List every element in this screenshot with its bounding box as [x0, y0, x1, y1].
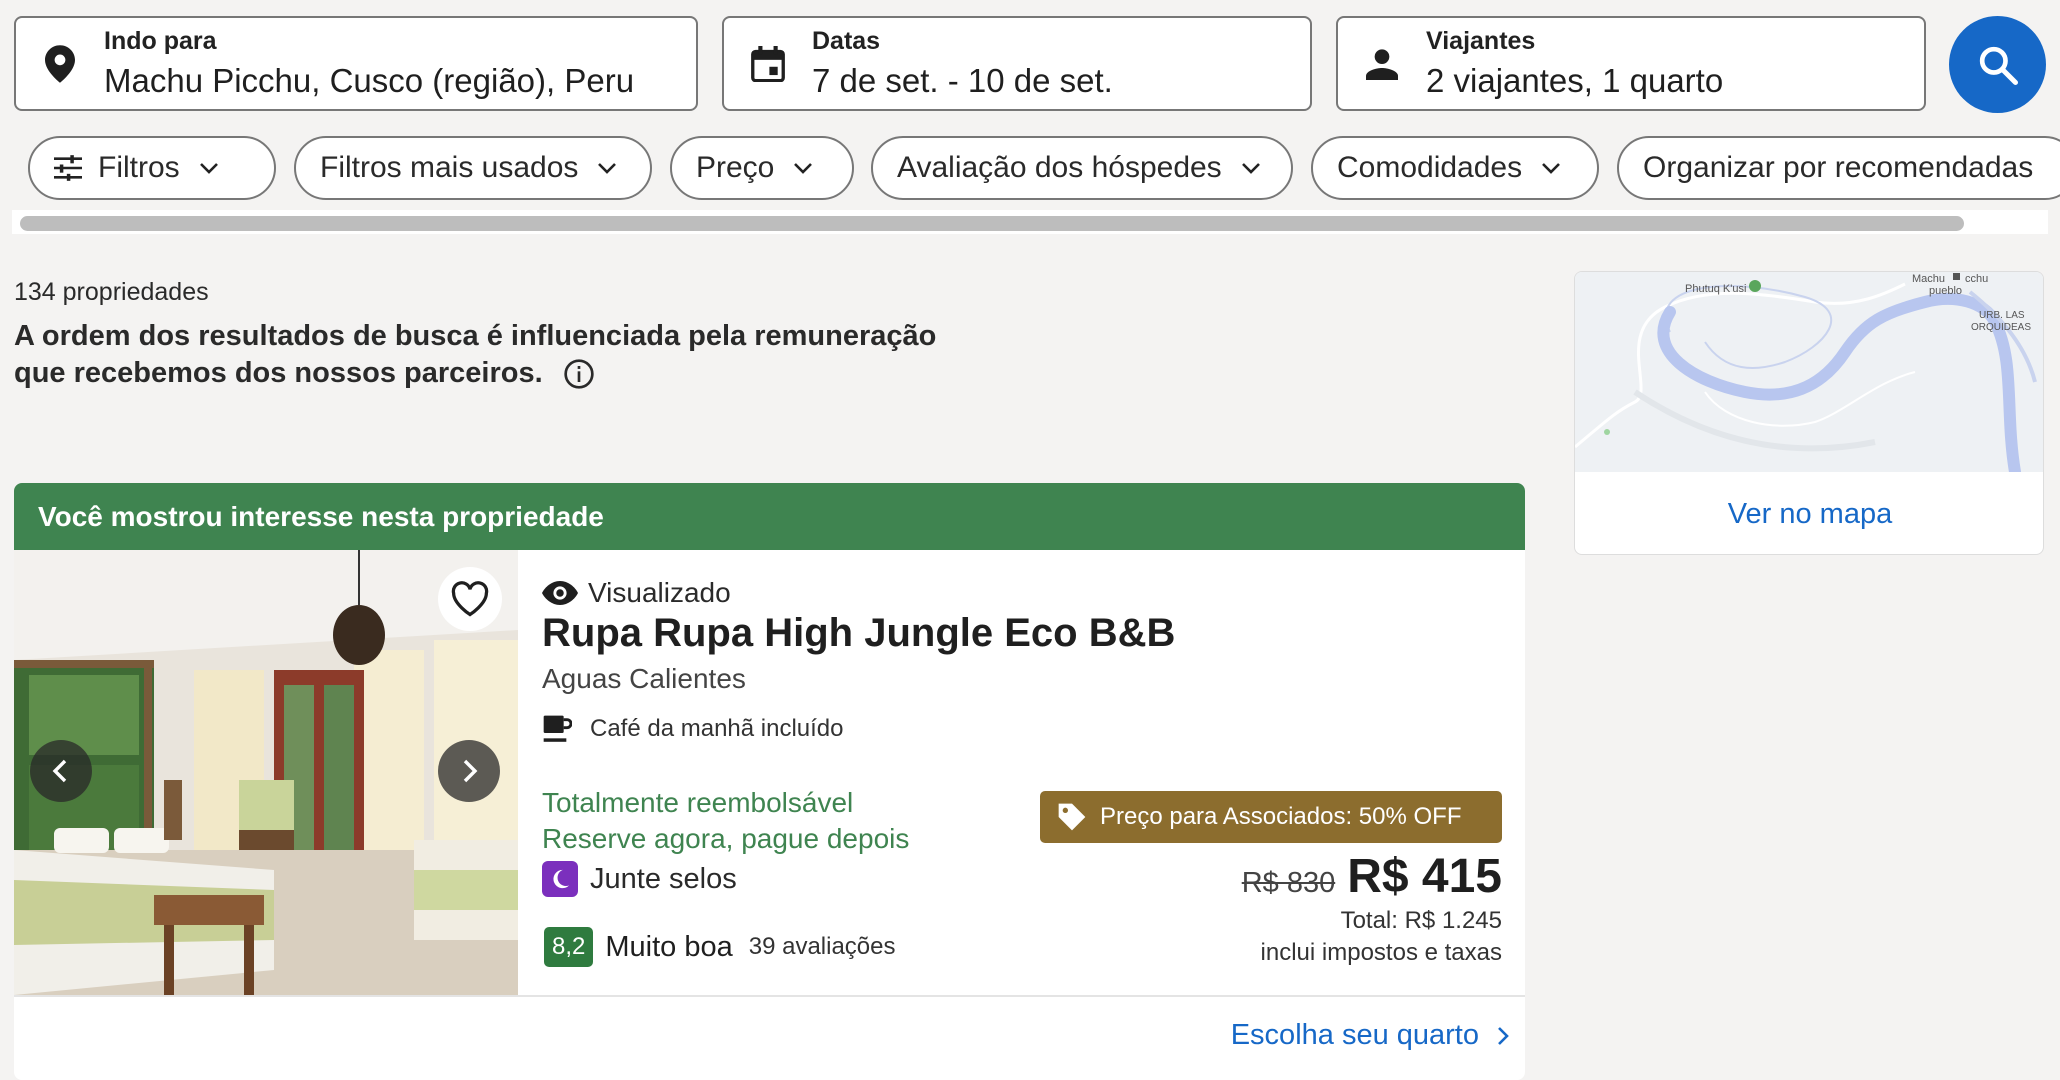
filter-chip-label: Comodidades [1337, 151, 1523, 184]
rating-score-badge: 8,2 [544, 927, 594, 967]
map-preview-card[interactable]: Phutuq K'usi Machu cchu pueblo URB. LAS … [1574, 271, 2044, 555]
chevron-left-icon [52, 759, 67, 783]
destination-value: Machu Picchu, Cusco (região), Peru [104, 62, 635, 99]
next-photo-button[interactable] [438, 740, 500, 802]
property-card[interactable]: Você mostrou interesse nesta propriedade [14, 483, 1525, 1080]
favorite-button[interactable] [438, 567, 502, 631]
filter-chip-amenities[interactable]: Comodidades [1311, 136, 1599, 200]
sort-chip[interactable]: Organizar por recomendadas [1617, 136, 2060, 200]
map-label-machu: Machu [1912, 273, 1945, 285]
ranking-disclaimer: A ordem dos resultados de busca é influe… [14, 318, 954, 392]
choose-room-label: Escolha seu quarto [1230, 1019, 1479, 1051]
calendar-icon [724, 45, 812, 82]
heart-icon [451, 581, 489, 617]
refund-line-1: Totalmente reembolsável [542, 787, 854, 818]
interest-banner: Você mostrou interesse nesta propriedade [14, 483, 1525, 550]
person-icon [1338, 48, 1426, 80]
guest-rating: 8,2 Muito boa 39 avaliações [544, 927, 896, 967]
location-pin-icon [16, 44, 104, 83]
map-label-pueblo: pueblo [1929, 285, 1962, 297]
property-location: Aguas Calientes [542, 663, 746, 694]
search-icon [1979, 46, 2018, 85]
current-price: R$ 415 [1347, 850, 1502, 903]
refund-policy: Totalmente reembolsável Reserve agora, p… [542, 785, 909, 857]
view-on-map-link[interactable]: Ver no mapa [1575, 472, 2043, 554]
disclaimer-text: A ordem dos resultados de busca é influe… [14, 320, 937, 389]
review-count: 39 avaliações [748, 933, 896, 960]
chevron-right-icon [463, 759, 478, 783]
map-label-phutuq: Phutuq K'usi [1685, 283, 1746, 295]
breakfast-amenity: Café da manhã incluído [542, 713, 844, 745]
viewed-label: Visualizado [588, 577, 731, 608]
amenity-label: Café da manhã incluído [590, 715, 844, 742]
filter-chip-label: Filtros mais usados [320, 151, 579, 184]
filter-chip-popular[interactable]: Filtros mais usados [294, 136, 652, 200]
viewed-indicator: Visualizado [542, 577, 731, 609]
chevron-down-icon [198, 161, 220, 175]
info-icon[interactable] [563, 358, 595, 390]
filter-chip-guest-rating[interactable]: Avaliação dos hóspedes [871, 136, 1293, 200]
dates-value: 7 de set. - 10 de set. [812, 62, 1113, 99]
filter-chip-filters[interactable]: Filtros [28, 136, 276, 200]
total-price: Total: R$ 1.245 [1340, 907, 1502, 934]
member-price-badge: Preço para Associados: 50% OFF [1040, 791, 1502, 843]
dates-field[interactable]: Datas 7 de set. - 10 de set. [722, 16, 1312, 111]
filter-chip-label: Avaliação dos hóspedes [897, 151, 1222, 184]
divider [14, 995, 1525, 997]
results-count: 134 propriedades [14, 278, 209, 306]
eye-icon [542, 581, 578, 605]
destination-field[interactable]: Indo para Machu Picchu, Cusco (região), … [14, 16, 698, 111]
travelers-label: Viajantes [1426, 27, 1536, 55]
map-label-cchu: cchu [1965, 273, 1988, 285]
choose-room-link[interactable]: Escolha seu quarto [1231, 1019, 1509, 1052]
original-price: R$ 830 [1241, 867, 1336, 899]
prev-photo-button[interactable] [30, 740, 92, 802]
stamps-label: Junte selos [590, 862, 737, 895]
chevron-down-icon [1540, 161, 1562, 175]
taxes-note: inclui impostos e taxas [1260, 939, 1502, 966]
chevron-down-icon [596, 161, 618, 175]
coffee-cup-icon [543, 715, 572, 742]
filter-chip-price[interactable]: Preço [670, 136, 854, 200]
filter-chip-label: Preço [696, 151, 775, 184]
chevron-right-icon [1498, 1026, 1509, 1045]
filter-chip-label: Filtros [98, 151, 180, 184]
map-label-urb: URB. LAS [1979, 310, 2025, 321]
sliders-icon [54, 155, 82, 181]
price-block: R$ 830 R$ 415 [1242, 849, 1502, 904]
map-label-orquideas: ORQUIDEAS [1971, 322, 2031, 333]
property-name[interactable]: Rupa Rupa High Jungle Eco B&B [542, 611, 1175, 656]
destination-label: Indo para [104, 27, 217, 55]
tag-icon [1058, 803, 1086, 831]
map-thumbnail[interactable]: Phutuq K'usi Machu cchu pueblo URB. LAS … [1575, 272, 2043, 478]
sort-label: Organizar por recomendadas [1643, 151, 2034, 184]
stamps-promo: Junte selos [542, 861, 737, 897]
moon-icon [542, 861, 578, 897]
deal-label: Preço para Associados: 50% OFF [1100, 803, 1462, 830]
search-button[interactable] [1949, 16, 2046, 113]
rating-label: Muito boa [605, 930, 733, 963]
travelers-field[interactable]: Viajantes 2 viajantes, 1 quarto [1336, 16, 1926, 111]
travelers-value: 2 viajantes, 1 quarto [1426, 62, 1724, 99]
chevron-down-icon [1240, 161, 1262, 175]
filter-bar: Filtros Filtros mais usados Preço Avalia… [28, 136, 2060, 202]
refund-line-2: Reserve agora, pague depois [542, 823, 910, 854]
dates-label: Datas [812, 27, 881, 55]
scrollbar-thumb[interactable] [20, 216, 1964, 231]
chevron-down-icon [792, 161, 814, 175]
